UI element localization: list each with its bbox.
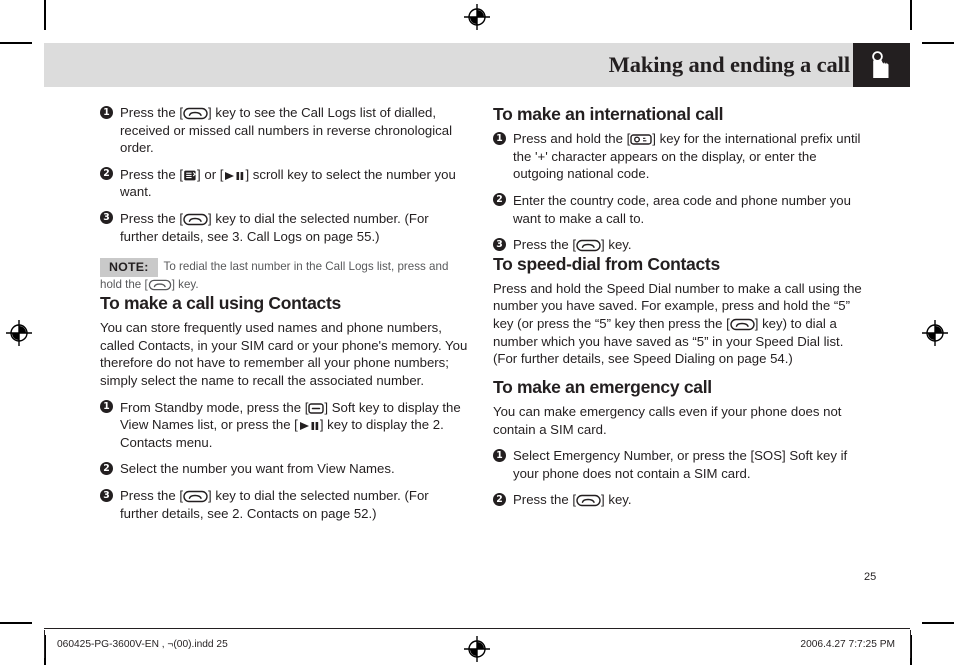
step-number: 2 bbox=[493, 492, 506, 506]
note-text-after: ] key. bbox=[171, 278, 199, 292]
list-item: 2 Select the number you want from View Na… bbox=[100, 460, 470, 478]
crop-mark-top-left-horizontal bbox=[0, 42, 32, 44]
crop-mark-top-right-vertical bbox=[910, 0, 912, 30]
list-item: 1 Press and hold the [] key for the inter… bbox=[493, 130, 863, 183]
step-number: 3 bbox=[100, 488, 113, 502]
step-text-pre: Press the [ bbox=[120, 166, 184, 182]
list-item: 1 Press the [] key to see the Call Logs l… bbox=[100, 104, 470, 157]
chapter-icon-box bbox=[853, 43, 910, 87]
step-number: 2 bbox=[100, 167, 113, 181]
left-column: 1 Press the [] key to see the Call Logs l… bbox=[100, 104, 470, 522]
step-number: 3 bbox=[493, 237, 506, 251]
send-key-icon bbox=[576, 494, 601, 507]
send-key-icon bbox=[148, 279, 172, 291]
step-text: Select Emergency Number, or press the [S… bbox=[513, 448, 848, 481]
page-number: 25 bbox=[864, 571, 877, 583]
section-heading-emergency: To make an emergency call bbox=[493, 376, 712, 397]
footer-filename: 060425-PG-3600V-EN , ¬(00).indd 25 bbox=[57, 639, 228, 650]
playpause-key-icon bbox=[298, 420, 320, 432]
list-item: 3 Press the [] key to dial the selected n… bbox=[100, 487, 470, 522]
list-item: 3 Press the [] key to dial the selected n… bbox=[100, 210, 470, 245]
crop-mark-bottom-left-horizontal bbox=[0, 622, 32, 624]
list-item: 2 Press the [ ] key. bbox=[493, 491, 863, 509]
step-number: 1 bbox=[493, 131, 506, 145]
section-heading-contacts: To make a call using Contacts bbox=[100, 293, 341, 314]
send-key-icon bbox=[183, 213, 208, 226]
step-text-pre: Press the [ bbox=[120, 488, 184, 504]
right-column: To make an international call 1 Press and… bbox=[493, 104, 863, 509]
send-key-icon bbox=[730, 318, 755, 331]
step-number: 3 bbox=[100, 211, 113, 225]
footer-divider bbox=[44, 628, 910, 630]
send-key-icon bbox=[183, 107, 208, 120]
emergency-steps: 1 Select Emergency Number, or press the [… bbox=[493, 447, 863, 509]
list-item: 2 Enter the country code, area code and p… bbox=[493, 192, 863, 227]
step-text-pre: Press the [ bbox=[513, 492, 577, 508]
step-text-mid: ] or [ bbox=[197, 166, 224, 182]
crop-mark-top-right-horizontal bbox=[922, 42, 954, 44]
step-number: 2 bbox=[100, 461, 113, 475]
footer-left-bar bbox=[44, 630, 46, 658]
list-item: 3 Press the [ ] key. bbox=[493, 236, 863, 254]
contacts-steps: 1 From Standby mode, press the [] Soft ke… bbox=[100, 399, 470, 523]
step-text-post: ] key. bbox=[601, 492, 632, 508]
playpause-key-icon bbox=[223, 170, 245, 182]
step-text: Select the number you want from View Nam… bbox=[120, 461, 395, 477]
step-text-pre: Press the [ bbox=[120, 210, 184, 226]
list-item: 1 Select Emergency Number, or press the [… bbox=[493, 447, 863, 482]
registration-mark-top bbox=[464, 4, 490, 30]
send-key-icon bbox=[183, 490, 208, 503]
footer-timestamp: 2006.4.27 7:7:25 PM bbox=[800, 639, 895, 650]
crop-mark-top-left-vertical bbox=[44, 0, 46, 30]
registration-mark-right bbox=[922, 320, 948, 346]
registration-mark-left bbox=[6, 320, 32, 346]
send-key-icon bbox=[576, 239, 601, 252]
section-heading-international: To make an international call bbox=[493, 104, 724, 124]
scroll-key-icon bbox=[183, 169, 197, 182]
step-text-post: ] key. bbox=[601, 237, 632, 253]
note-tag: NOTE: bbox=[100, 258, 158, 278]
section-heading-speeddial: To speed-dial from Contacts bbox=[493, 253, 720, 274]
zero-key-icon bbox=[630, 133, 652, 146]
emergency-paragraph: You can make emergency calls even if you… bbox=[493, 403, 842, 437]
call-logs-steps: 1 Press the [] key to see the Call Logs l… bbox=[100, 104, 470, 245]
step-number: 1 bbox=[493, 448, 506, 462]
speeddial-paragraph: Press and hold the Speed Dial number to … bbox=[493, 280, 863, 368]
step-text-pre: Press and hold the [ bbox=[513, 131, 631, 147]
step-text-pre: From Standby mode, press the [ bbox=[120, 399, 309, 415]
note-block: NOTE: To redial the last number in the Ca… bbox=[100, 258, 470, 293]
step-text-pre: Press the [ bbox=[513, 237, 577, 253]
soft-key-icon bbox=[308, 402, 325, 415]
step-number: 1 bbox=[100, 105, 113, 119]
list-item: 1 From Standby mode, press the [] Soft ke… bbox=[100, 399, 470, 452]
crop-mark-bottom-right-horizontal bbox=[922, 622, 954, 624]
step-number: 2 bbox=[493, 193, 506, 207]
footer-right-bar bbox=[910, 630, 912, 658]
contacts-paragraph: You can store frequently used names and … bbox=[100, 320, 468, 389]
step-text-pre: Press the [ bbox=[120, 105, 184, 120]
registration-mark-bottom bbox=[464, 636, 490, 662]
page-title: Making and ending a call bbox=[608, 52, 851, 77]
step-text: Enter the country code, area code and ph… bbox=[513, 192, 851, 226]
international-steps: 1 Press and hold the [] key for the inter… bbox=[493, 130, 863, 254]
list-item: 2 Press the [] or [] scroll key to select… bbox=[100, 166, 470, 201]
step-number: 1 bbox=[100, 400, 113, 414]
